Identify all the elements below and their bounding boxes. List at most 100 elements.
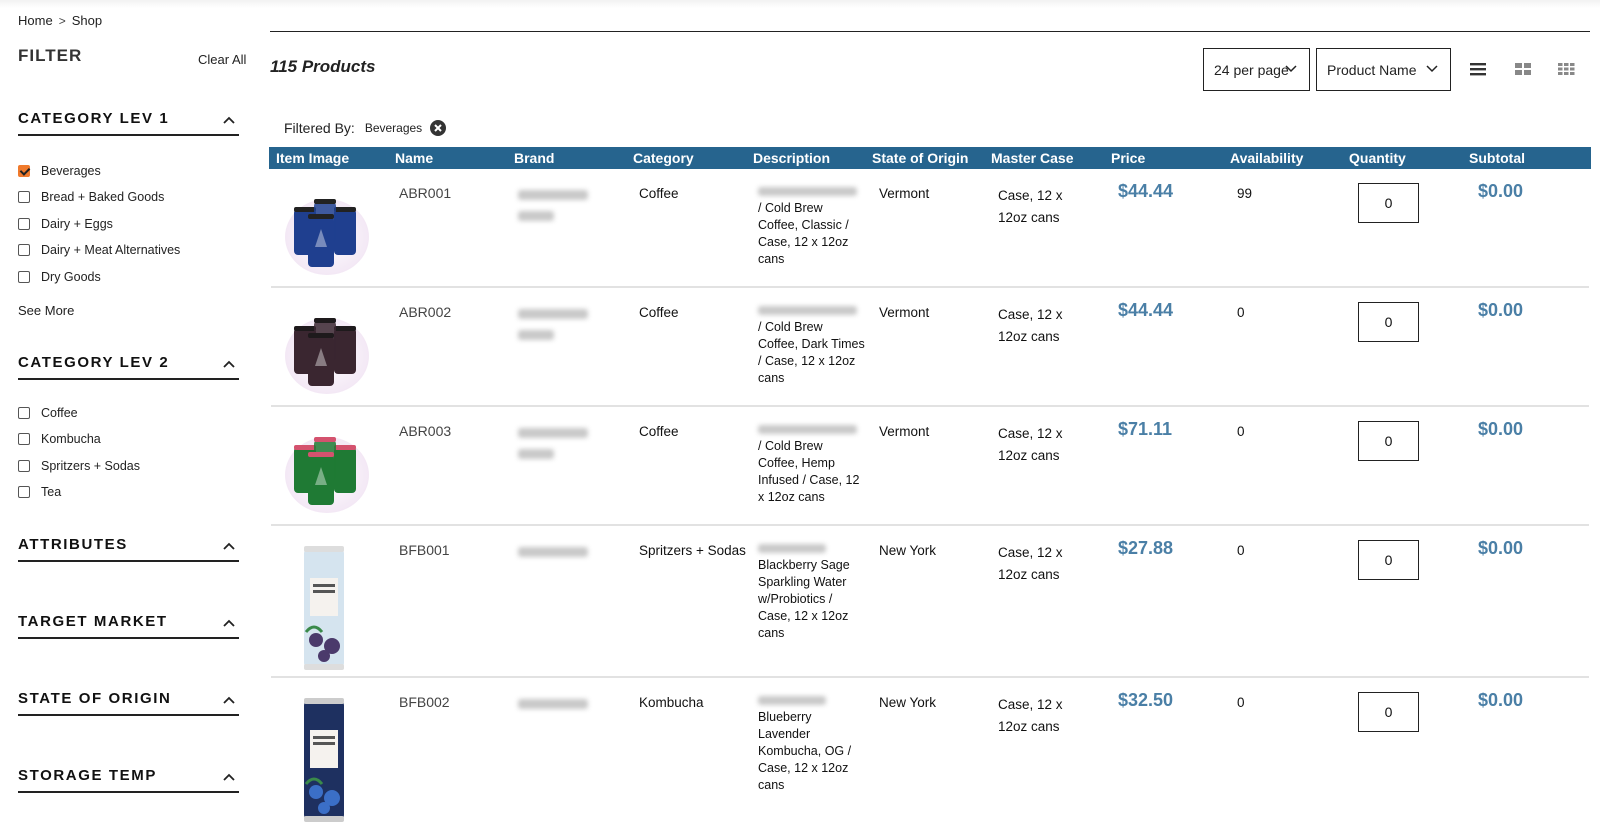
description-redacted	[758, 187, 857, 196]
header-name: Name	[395, 150, 434, 166]
header-category: Category	[633, 150, 694, 166]
brand-redacted	[518, 309, 588, 319]
product-master-case: Case, 12 x 12oz cans	[998, 307, 1063, 344]
product-image[interactable]	[302, 544, 346, 679]
list-view-icon[interactable]	[1469, 60, 1487, 78]
description-redacted	[758, 425, 857, 434]
product-image[interactable]	[302, 696, 346, 825]
grid-view-icon[interactable]	[1514, 60, 1532, 78]
checkbox[interactable]	[18, 244, 30, 256]
checkbox[interactable]	[18, 460, 30, 472]
product-sku[interactable]: BFB002	[399, 694, 450, 711]
state-of-origin-header[interactable]: STATE OF ORIGIN	[18, 688, 239, 716]
clear-all-button[interactable]: Clear All	[198, 52, 246, 67]
state-of-origin-title: STATE OF ORIGIN	[18, 690, 172, 707]
product-sku[interactable]: ABR002	[399, 304, 451, 321]
product-sku[interactable]: ABR003	[399, 423, 451, 440]
sort-select[interactable]: Product Name	[1316, 48, 1451, 91]
product-image[interactable]	[282, 425, 372, 520]
breadcrumb-shop[interactable]: Shop	[72, 13, 102, 28]
checkbox[interactable]	[18, 407, 30, 419]
option-label: Tea	[41, 485, 62, 499]
header-subtotal: Subtotal	[1469, 150, 1525, 166]
product-category: Kombucha	[639, 695, 704, 710]
target-market-header[interactable]: TARGET MARKET	[18, 611, 239, 639]
chevron-up-icon[interactable]	[223, 114, 235, 126]
breadcrumb: Home > Shop	[18, 13, 102, 28]
quantity-input[interactable]	[1358, 540, 1419, 580]
filter-option-dairy-meat-alt[interactable]: Dairy + Meat Alternatives	[18, 243, 180, 257]
compact-grid-view-icon[interactable]	[1557, 60, 1575, 78]
product-state: New York	[879, 543, 937, 558]
product-state: Vermont	[879, 424, 930, 439]
product-master-case: Case, 12 x 12oz cans	[998, 426, 1063, 463]
option-label: Dry Goods	[41, 270, 101, 284]
filter-option-coffee[interactable]: Coffee	[18, 406, 78, 420]
product-price: $27.88	[1118, 538, 1174, 558]
product-description: / Cold Brew Coffee, Hemp Infused / Case,…	[758, 439, 860, 504]
brand-redacted	[518, 449, 554, 459]
quantity-input[interactable]	[1358, 302, 1419, 342]
chevron-up-icon[interactable]	[223, 617, 235, 629]
storage-temp-header[interactable]: STORAGE TEMP	[18, 765, 239, 793]
filter-option-dairy-eggs[interactable]: Dairy + Eggs	[18, 217, 113, 231]
see-more-link[interactable]: See More	[18, 303, 74, 318]
table-row: BFB002 Kombucha Blueberry Lavender Kombu…	[271, 678, 1589, 825]
header-master-case: Master Case	[991, 150, 1074, 166]
remove-filter-icon[interactable]	[430, 120, 447, 136]
chevron-up-icon[interactable]	[223, 358, 235, 370]
product-subtotal: $0.00	[1478, 419, 1524, 439]
option-label: Spritzers + Sodas	[41, 459, 141, 473]
chevron-up-icon[interactable]	[223, 694, 235, 706]
checkbox[interactable]	[18, 218, 30, 230]
header-quantity: Quantity	[1349, 150, 1406, 166]
filtered-by-bar: Filtered By: Beverages	[284, 120, 447, 136]
chevron-up-icon[interactable]	[223, 771, 235, 783]
product-sku[interactable]: ABR001	[399, 185, 451, 202]
product-master-case: Case, 12 x 12oz cans	[998, 545, 1063, 582]
checkbox[interactable]	[18, 191, 30, 203]
option-label: Kombucha	[41, 432, 101, 446]
chevron-down-icon	[1426, 65, 1438, 73]
product-description: / Cold Brew Coffee, Classic / Case, 12 x…	[758, 201, 849, 266]
checkbox[interactable]	[18, 271, 30, 283]
filter-option-spritzers[interactable]: Spritzers + Sodas	[18, 459, 140, 473]
attributes-header[interactable]: ATTRIBUTES	[18, 534, 239, 562]
filter-option-dry-goods[interactable]: Dry Goods	[18, 270, 101, 284]
product-availability: 99	[1237, 186, 1253, 201]
quantity-input[interactable]	[1358, 183, 1419, 223]
product-image[interactable]	[282, 306, 372, 401]
brand-redacted	[518, 190, 588, 200]
per-page-value: 24 per page	[1214, 61, 1289, 78]
product-state: New York	[879, 695, 937, 710]
chevron-down-icon	[1285, 65, 1297, 73]
option-label: Coffee	[41, 406, 78, 420]
category-lev2-header[interactable]: CATEGORY LEV 2	[18, 352, 239, 380]
product-description: / Cold Brew Coffee, Dark Times / Case, 1…	[758, 320, 865, 385]
quantity-input[interactable]	[1358, 692, 1419, 732]
product-description: Blackberry Sage Sparkling Water w/Probio…	[758, 558, 850, 640]
chevron-up-icon[interactable]	[223, 540, 235, 552]
option-label: Dairy + Meat Alternatives	[41, 243, 181, 257]
per-page-select[interactable]: 24 per page	[1203, 48, 1310, 91]
filter-option-kombucha[interactable]: Kombucha	[18, 432, 101, 446]
category-lev1-header[interactable]: CATEGORY LEV 1	[18, 108, 239, 136]
checkbox-checked[interactable]	[18, 165, 30, 177]
product-category: Spritzers + Sodas	[639, 543, 746, 558]
filter-option-beverages[interactable]: Beverages	[18, 164, 101, 178]
product-price: $44.44	[1118, 300, 1174, 320]
product-image[interactable]	[282, 187, 372, 282]
product-description: Blueberry Lavender Kombucha, OG / Case, …	[758, 710, 852, 792]
filter-title: FILTER	[18, 46, 83, 65]
breadcrumb-home[interactable]: Home	[18, 13, 53, 28]
checkbox[interactable]	[18, 433, 30, 445]
filter-option-tea[interactable]: Tea	[18, 485, 61, 499]
filtered-by-label: Filtered By:	[284, 120, 355, 136]
quantity-input[interactable]	[1358, 421, 1419, 461]
product-availability: 0	[1237, 543, 1245, 558]
filter-option-bread[interactable]: Bread + Baked Goods	[18, 190, 164, 204]
product-availability: 0	[1237, 695, 1245, 710]
product-sku[interactable]: BFB001	[399, 542, 450, 559]
checkbox[interactable]	[18, 486, 30, 498]
product-category: Coffee	[639, 424, 679, 439]
